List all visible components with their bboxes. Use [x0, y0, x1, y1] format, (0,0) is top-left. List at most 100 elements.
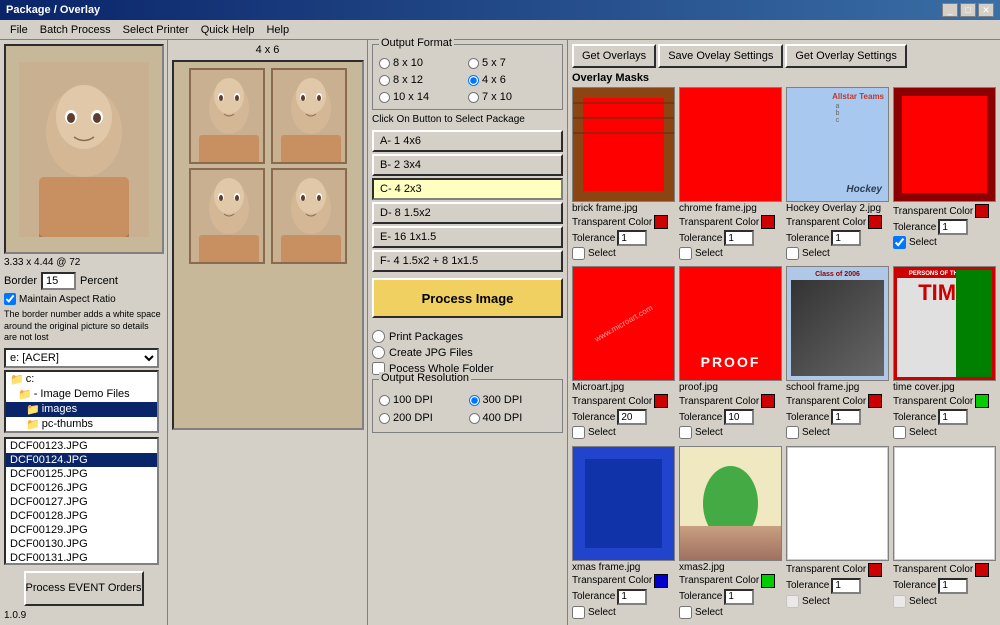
tolerance-input-time[interactable]: [938, 409, 968, 425]
res-300-radio[interactable]: [469, 395, 480, 406]
tolerance-input-xmas[interactable]: [617, 589, 647, 605]
select-checkbox-red-frame[interactable]: [893, 236, 906, 249]
create-jpg-label: Create JPG Files: [389, 347, 473, 359]
package-a-button[interactable]: A- 1 4x6: [372, 130, 563, 152]
output-resolution-group: Output Resolution 100 DPI 300 DPI 200 DP…: [372, 379, 563, 433]
folder-tree[interactable]: 📁 c: 📁 - Image Demo Files 📁 images 📁 pc-…: [4, 370, 159, 434]
select-checkbox-time[interactable]: [893, 426, 906, 439]
select-checkbox-microart[interactable]: [572, 426, 585, 439]
tolerance-input-proof[interactable]: [724, 409, 754, 425]
menu-help[interactable]: Help: [260, 22, 295, 38]
tolerance-input-red-frame[interactable]: [938, 219, 968, 235]
package-e-button[interactable]: E- 16 1x1.5: [372, 226, 563, 248]
format-5x7-radio[interactable]: [468, 58, 479, 69]
drive-select[interactable]: e: [ACER]: [4, 348, 159, 368]
transparent-color-chrome: Transparent Color: [679, 215, 782, 229]
tolerance-input-chrome[interactable]: [724, 230, 754, 246]
select-brick: Select: [572, 247, 675, 260]
preview-area: [4, 44, 164, 254]
file-item[interactable]: DCF00125.JPG: [6, 467, 157, 481]
format-5x7-row: 5 x 7: [468, 57, 556, 69]
color-swatch-brick[interactable]: [654, 215, 668, 229]
overlay-microart: www.microart.com Microart.jpg Transparen…: [572, 266, 675, 441]
color-swatch-chrome[interactable]: [761, 215, 775, 229]
menu-batch-process[interactable]: Batch Process: [34, 22, 117, 38]
color-swatch-empty1[interactable]: [868, 563, 882, 577]
select-checkbox-brick[interactable]: [572, 247, 585, 260]
package-c-button[interactable]: C- 4 2x3: [372, 178, 563, 200]
color-swatch-school[interactable]: [868, 394, 882, 408]
select-checkbox-xmas2[interactable]: [679, 606, 692, 619]
color-swatch-xmas2[interactable]: [761, 574, 775, 588]
minimize-button[interactable]: _: [942, 3, 958, 17]
menu-select-printer[interactable]: Select Printer: [117, 22, 195, 38]
maintain-aspect-checkbox[interactable]: [4, 293, 16, 305]
tolerance-input-empty2[interactable]: [938, 578, 968, 594]
select-checkbox-xmas[interactable]: [572, 606, 585, 619]
res-400-radio[interactable]: [469, 413, 480, 424]
tree-item-images[interactable]: 📁 images: [6, 402, 157, 417]
select-checkbox-proof[interactable]: [679, 426, 692, 439]
border-row: Border Percent: [4, 272, 163, 290]
color-swatch-hockey[interactable]: [868, 215, 882, 229]
save-overlay-settings-button[interactable]: Save Ovelay Settings: [658, 44, 783, 68]
format-4x6-radio[interactable]: [468, 75, 479, 86]
format-8x10-radio[interactable]: [379, 58, 390, 69]
overlay-name-chrome: chrome frame.jpg: [679, 203, 782, 214]
menu-file[interactable]: File: [4, 22, 34, 38]
file-item[interactable]: DCF00123.JPG: [6, 439, 157, 453]
maximize-button[interactable]: □: [960, 3, 976, 17]
photo-slot: [271, 168, 347, 264]
overlay-hockey: Allstar Teams abc Hockey Hockey Overlay …: [786, 87, 889, 262]
tree-item-demo[interactable]: 📁 - Image Demo Files: [6, 387, 157, 402]
menu-quick-help[interactable]: Quick Help: [195, 22, 261, 38]
maintain-aspect-row: Maintain Aspect Ratio: [4, 293, 163, 305]
select-checkbox-hockey[interactable]: [786, 247, 799, 260]
tolerance-input-hockey[interactable]: [831, 230, 861, 246]
border-input[interactable]: [41, 272, 76, 290]
file-item-selected[interactable]: DCF00124.JPG: [6, 453, 157, 467]
tolerance-input-empty1[interactable]: [831, 578, 861, 594]
package-b-button[interactable]: B- 2 3x4: [372, 154, 563, 176]
get-overlays-button[interactable]: Get Overlays: [572, 44, 656, 68]
file-item[interactable]: DCF00129.JPG: [6, 523, 157, 537]
color-swatch-proof[interactable]: [761, 394, 775, 408]
create-jpg-radio[interactable]: [372, 346, 385, 359]
file-list[interactable]: DCF00123.JPG DCF00124.JPG DCF00125.JPG D…: [4, 437, 159, 564]
color-swatch-red-frame[interactable]: [975, 204, 989, 218]
tolerance-input-brick[interactable]: [617, 230, 647, 246]
file-item[interactable]: DCF00128.JPG: [6, 509, 157, 523]
tree-item-pcthumbs[interactable]: 📁 pc-thumbs: [6, 417, 157, 432]
format-7x10-radio[interactable]: [468, 92, 479, 103]
tree-item-c[interactable]: 📁 c:: [6, 372, 157, 387]
overlay-thumb-time: PERSONS OF THE YEAR TIME: [893, 266, 996, 381]
tolerance-input-school[interactable]: [831, 409, 861, 425]
percent-label: Percent: [80, 275, 118, 287]
res-100-radio[interactable]: [379, 395, 390, 406]
package-f-button[interactable]: F- 4 1.5x2 + 8 1x1.5: [372, 250, 563, 272]
file-item[interactable]: DCF00126.JPG: [6, 481, 157, 495]
format-8x12-radio[interactable]: [379, 75, 390, 86]
tolerance-input-xmas2[interactable]: [724, 589, 754, 605]
process-event-button[interactable]: Process EVENT Orders: [24, 571, 144, 606]
color-swatch-microart[interactable]: [654, 394, 668, 408]
file-item[interactable]: DCF00130.JPG: [6, 537, 157, 551]
tolerance-input-microart[interactable]: [617, 409, 647, 425]
file-item[interactable]: DCF00127.JPG: [6, 495, 157, 509]
package-d-button[interactable]: D- 8 1.5x2: [372, 202, 563, 224]
close-button[interactable]: ✕: [978, 3, 994, 17]
select-checkbox-chrome[interactable]: [679, 247, 692, 260]
tolerance-time: Tolerance: [893, 409, 996, 425]
overlay-brick-frame: brick frame.jpg Transparent Color Tolera…: [572, 87, 675, 262]
print-packages-radio[interactable]: [372, 330, 385, 343]
format-10x14-radio[interactable]: [379, 92, 390, 103]
select-checkbox-school[interactable]: [786, 426, 799, 439]
get-overlay-settings-button[interactable]: Get Overlay Settings: [785, 44, 907, 68]
process-image-button[interactable]: Process Image: [372, 278, 563, 318]
file-item[interactable]: DCF00131.JPG: [6, 551, 157, 564]
color-swatch-time[interactable]: [975, 394, 989, 408]
overlay-xmas-frame: xmas frame.jpg Transparent Color Toleran…: [572, 446, 675, 621]
color-swatch-empty2[interactable]: [975, 563, 989, 577]
res-200-radio[interactable]: [379, 413, 390, 424]
color-swatch-xmas[interactable]: [654, 574, 668, 588]
